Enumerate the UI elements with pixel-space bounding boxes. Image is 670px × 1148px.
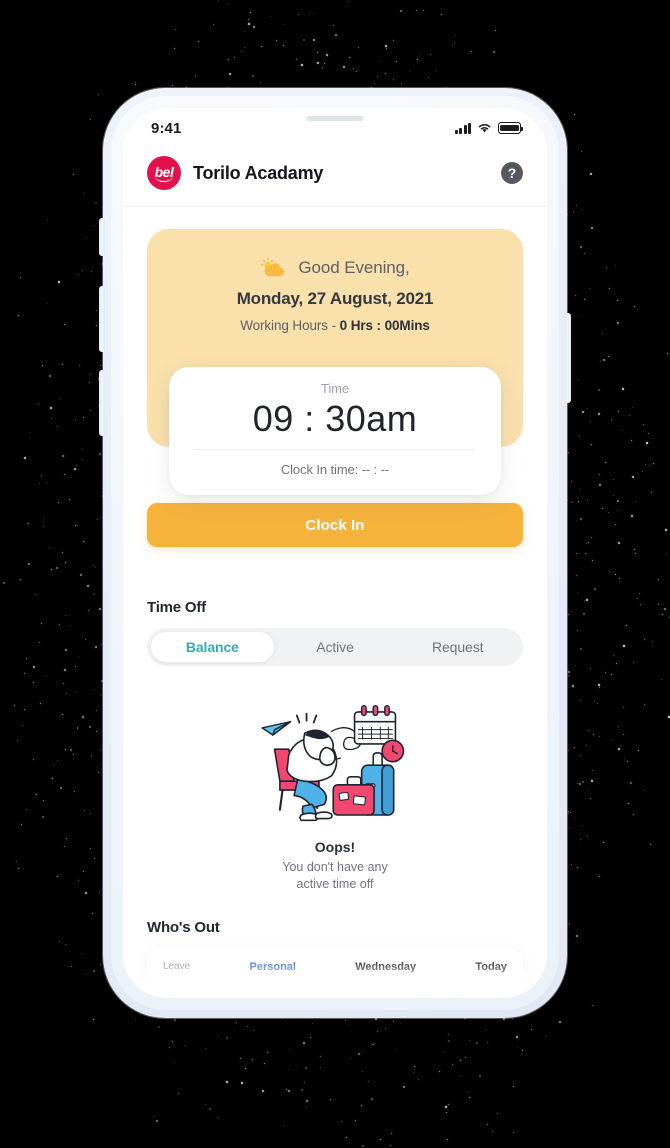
whos-out-row[interactable]: Leave Personal Wednesday Today (147, 947, 523, 986)
time-off-title: Time Off (147, 599, 206, 616)
earpiece-speaker (306, 116, 364, 121)
bel-logo: bel (147, 156, 181, 190)
page-title: Torilo Acadamy (193, 162, 324, 183)
phone-screen: 9:41 bel Torilo Acadamy ? Good Evening, … (123, 108, 547, 998)
whos-out-day-value: Wednesday (355, 960, 417, 973)
whos-out-category: Personal (250, 961, 296, 973)
cellular-signal-icon (454, 122, 471, 134)
whos-out-type-label: Leave (163, 961, 191, 973)
current-time-value: 09 : 30am (252, 398, 418, 439)
time-card: Time 09 : 30am Clock In time: -- : -- (169, 367, 501, 496)
tab-balance[interactable]: Balance (151, 632, 274, 662)
time-off-empty-state: Oops! You don't have any active time off (123, 692, 547, 893)
volume-down-button[interactable] (99, 370, 105, 436)
wifi-icon (478, 124, 491, 133)
whos-out-category-value: Personal (249, 960, 296, 973)
whos-out-when-value: Today (475, 960, 507, 973)
whos-out-when: Today (475, 961, 507, 973)
app-header: bel Torilo Acadamy ? (123, 148, 547, 207)
volume-up-button[interactable] (99, 286, 105, 352)
logo-swoosh-icon (155, 176, 173, 182)
whos-out-type: Leave (163, 961, 190, 972)
sun-behind-cloud-icon (261, 257, 285, 277)
battery-icon (498, 122, 524, 134)
working-hours-label: Working Hours - (240, 318, 340, 333)
working-hours: Working Hours - 0 Hrs : 00Mins (147, 318, 523, 333)
clock-card-stack: Good Evening, Monday, 27 August, 2021 Wo… (147, 229, 523, 496)
sad-traveler-with-luggage-illustration (261, 704, 405, 822)
tab-active[interactable]: Active (274, 632, 397, 662)
greeting-row: Good Evening, (147, 257, 523, 279)
working-hours-value: 0 Hrs : 00Mins (339, 318, 430, 333)
screen-notch (261, 108, 409, 135)
time-card-label: Time (320, 381, 349, 396)
app-content: Good Evening, Monday, 27 August, 2021 Wo… (123, 229, 547, 986)
power-button[interactable] (565, 313, 571, 403)
time-off-tabs: Balance Active Request (147, 628, 523, 666)
whos-out-day: Wednesday (355, 961, 416, 973)
help-icon[interactable]: ? (501, 162, 523, 184)
tab-request[interactable]: Request (396, 632, 519, 662)
clock-in-button[interactable]: Clock In (147, 503, 523, 547)
phone-device-frame: 9:41 bel Torilo Acadamy ? Good Evening, … (99, 88, 571, 1018)
empty-state-message: You don't have any active time off (282, 860, 388, 891)
status-bar-icons (454, 122, 524, 134)
greeting-salutation: Good Evening, (298, 258, 410, 277)
silent-switch-button[interactable] (99, 218, 105, 256)
clock-in-time-value: Clock In time: -- : -- (280, 462, 390, 478)
greeting-date: Monday, 27 August, 2021 (236, 289, 434, 308)
status-bar-time: 9:41 (151, 119, 182, 137)
empty-state-title: Oops! (314, 839, 356, 855)
whos-out-title: Who's Out (147, 918, 220, 936)
time-card-divider (195, 449, 475, 451)
